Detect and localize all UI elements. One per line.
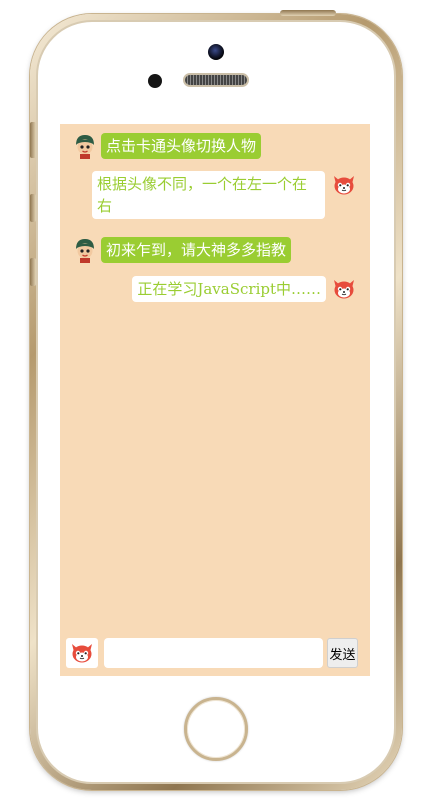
boy-avatar-icon[interactable] (72, 237, 98, 263)
message-bubble: 根据头像不同，一个在左一个在右 (92, 171, 325, 219)
power-button (280, 10, 336, 16)
composer-fox-avatar-icon[interactable] (66, 638, 98, 668)
chat-screen: 点击卡通头像切换人物 根据头像不同，一个在左一个在右 初来乍到，请大神多多指教 … (60, 124, 370, 676)
message-bubble: 点击卡通头像切换人物 (101, 133, 262, 159)
boy-avatar-icon[interactable] (72, 133, 98, 159)
proximity-sensor (148, 74, 162, 88)
fox-avatar-icon[interactable] (331, 172, 357, 198)
message-input[interactable] (104, 638, 323, 668)
home-button[interactable] (184, 697, 248, 761)
front-camera (208, 44, 224, 60)
message-bubble: 正在学习JavaScript中…… (132, 276, 326, 302)
send-button[interactable]: 发送 (327, 638, 358, 668)
message-bubble: 初来乍到，请大神多多指教 (101, 237, 292, 263)
earpiece-speaker (183, 73, 249, 87)
fox-avatar-icon[interactable] (331, 276, 357, 302)
